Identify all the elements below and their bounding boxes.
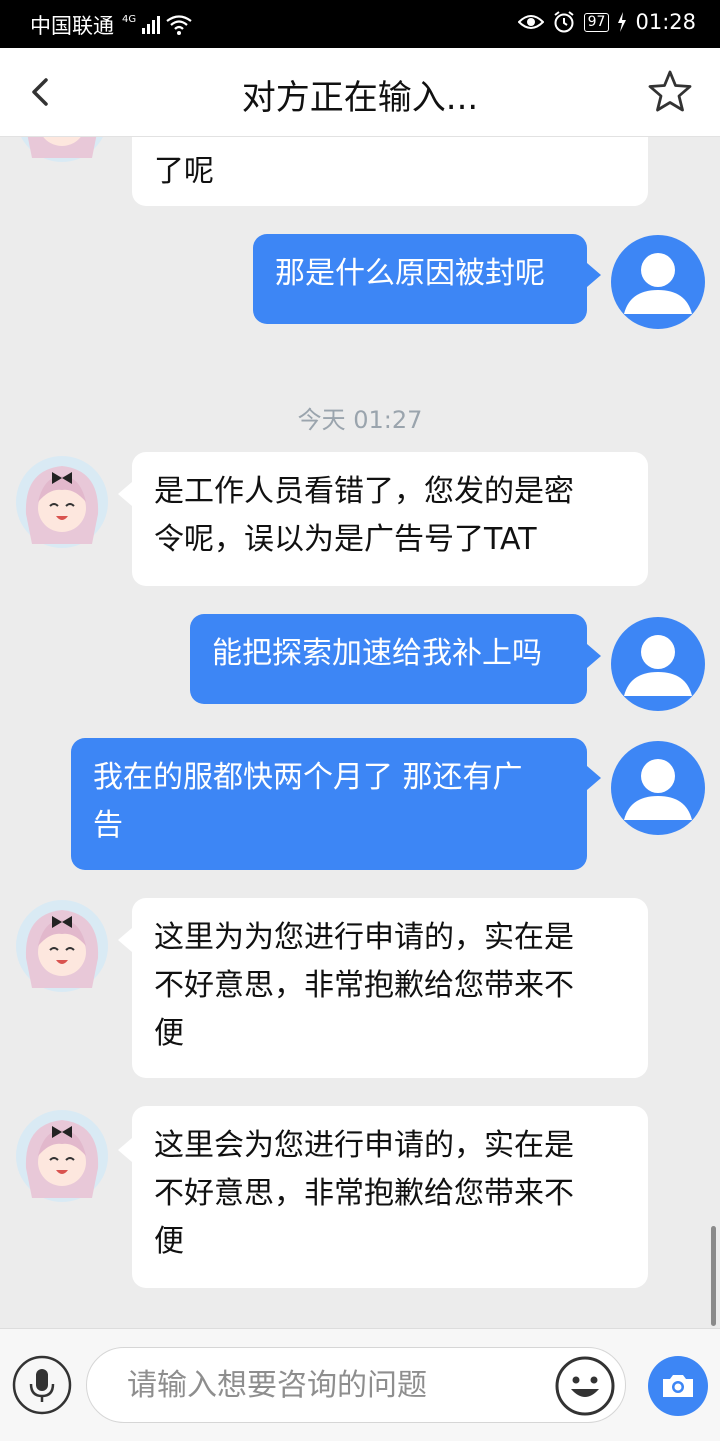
agent-avatar-icon bbox=[16, 900, 108, 992]
camera-icon bbox=[648, 1356, 708, 1416]
smiley-icon bbox=[555, 1356, 615, 1416]
star-icon bbox=[648, 70, 692, 112]
eye-icon bbox=[517, 15, 544, 29]
message-bubble: 这里会为您进行申请的，实在是 不好意思，非常抱歉给您带来不 便 bbox=[132, 1106, 648, 1288]
agent-avatar-icon bbox=[16, 456, 108, 548]
agent-avatar-icon bbox=[20, 136, 104, 162]
scrollbar[interactable] bbox=[711, 1226, 716, 1326]
agent-avatar[interactable] bbox=[14, 898, 110, 994]
voice-button[interactable] bbox=[12, 1355, 72, 1415]
carrier-label: 中国联通 bbox=[30, 14, 114, 38]
user-avatar-icon bbox=[611, 617, 705, 711]
bubble-tail bbox=[118, 928, 132, 952]
message-bubble: 能把探索加速给我补上吗 bbox=[190, 614, 587, 704]
bubble-tail bbox=[118, 482, 132, 506]
agent-avatar-icon bbox=[16, 1110, 108, 1202]
bubble-tail bbox=[587, 766, 601, 790]
alarm-icon bbox=[554, 11, 574, 33]
emoji-button[interactable] bbox=[554, 1355, 616, 1417]
bubble-tail bbox=[587, 263, 601, 287]
user-avatar[interactable] bbox=[610, 616, 706, 712]
battery-level: 97 bbox=[583, 12, 610, 32]
message-bubble: 那是什么原因被封呢 bbox=[253, 234, 587, 324]
page-title: 对方正在输入... bbox=[241, 78, 479, 118]
agent-avatar[interactable] bbox=[14, 454, 110, 550]
status-bar: 中国联通 4G 97 01:28 bbox=[0, 0, 720, 48]
chat-header: 对方正在输入... bbox=[0, 48, 720, 137]
bubble-tail bbox=[587, 644, 601, 668]
message-bubble: 我在的服都快两个月了 那还有广 告 bbox=[71, 738, 587, 870]
message-input[interactable] bbox=[86, 1347, 626, 1423]
user-avatar-icon bbox=[611, 235, 705, 329]
status-right: 97 01:28 bbox=[517, 10, 696, 34]
microphone-icon bbox=[12, 1355, 72, 1415]
message-bubble: 这里为为您进行申请的，实在是 不好意思，非常抱歉给您带来不 便 bbox=[132, 898, 648, 1078]
chat-area[interactable]: 了呢 那是什么原因被封呢 今天 01:27 是工作人员看错了，您发的是密 令呢，… bbox=[0, 136, 720, 1328]
favorite-button[interactable] bbox=[646, 68, 694, 116]
user-avatar[interactable] bbox=[610, 740, 706, 836]
agent-avatar[interactable] bbox=[14, 136, 110, 164]
charging-icon bbox=[618, 12, 627, 32]
message-bubble: 了呢 bbox=[132, 136, 648, 206]
message-timestamp: 今天 01:27 bbox=[297, 406, 423, 434]
status-left: 中国联通 4G bbox=[30, 10, 192, 40]
clock-time: 01:28 bbox=[635, 10, 696, 34]
camera-button[interactable] bbox=[647, 1355, 709, 1417]
user-avatar[interactable] bbox=[610, 234, 706, 330]
bubble-tail bbox=[118, 1138, 132, 1162]
message-bubble: 是工作人员看错了，您发的是密 令呢，误以为是广告号了TAT bbox=[132, 452, 648, 586]
network-type-label: 4G bbox=[122, 13, 137, 25]
wifi-icon bbox=[166, 15, 192, 35]
user-avatar-icon bbox=[611, 741, 705, 835]
agent-avatar[interactable] bbox=[14, 1108, 110, 1204]
input-bar bbox=[0, 1328, 720, 1441]
signal-icon bbox=[142, 16, 161, 34]
